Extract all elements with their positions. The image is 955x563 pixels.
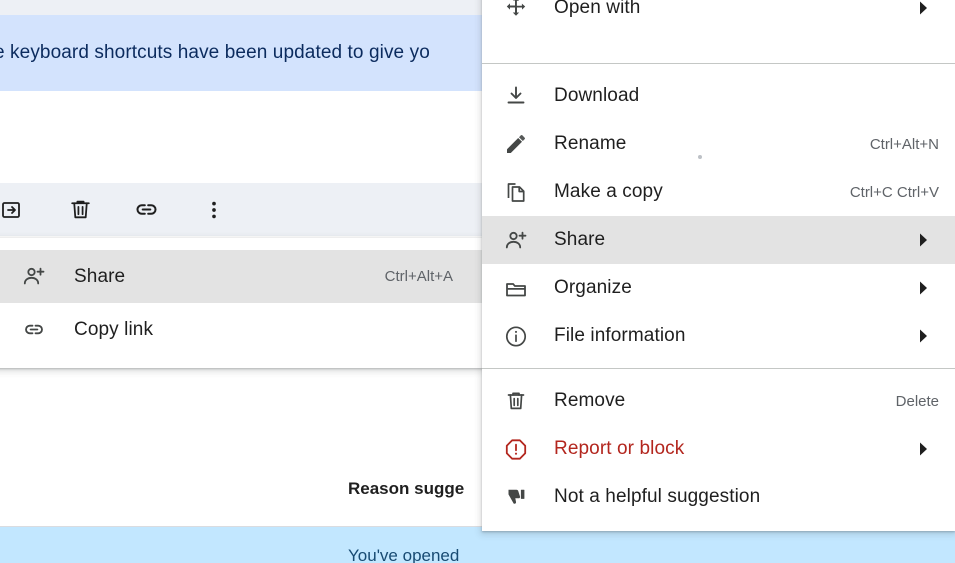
context-menu-item-remove-shortcut: Delete bbox=[895, 392, 939, 410]
pencil-icon bbox=[504, 132, 528, 156]
context-menu-item-remove-label: Remove bbox=[554, 390, 626, 411]
context-menu-item-file-information[interactable]: File information bbox=[482, 312, 955, 360]
context-menu-item-organize[interactable]: Organize bbox=[482, 264, 955, 312]
person-add-icon bbox=[22, 265, 46, 289]
context-menu-item-open-with[interactable]: Open with bbox=[482, 0, 955, 55]
context-menu-item-organize-label: Organize bbox=[554, 277, 632, 298]
share-submenu-item-copy-link-label: Copy link bbox=[74, 318, 154, 340]
context-menu-item-open-with-label: Open with bbox=[554, 0, 641, 18]
thumb-down-icon bbox=[504, 485, 528, 509]
share-submenu-item-share-shortcut: Ctrl+Alt+A bbox=[384, 268, 453, 285]
share-submenu-item-share[interactable]: Share Ctrl+Alt+A bbox=[0, 250, 483, 303]
link-icon[interactable] bbox=[122, 186, 170, 234]
context-menu-item-download-label: Download bbox=[554, 85, 640, 106]
trash-icon bbox=[504, 389, 528, 413]
context-menu-item-file-information-label: File information bbox=[554, 325, 686, 346]
context-menu-item-share[interactable]: Share bbox=[482, 216, 955, 264]
context-menu-item-not-a-helpful-suggestion[interactable]: Not a helpful suggestion bbox=[482, 473, 955, 521]
chevron-right-icon bbox=[917, 233, 931, 247]
context-menu-item-download[interactable]: Download bbox=[482, 72, 955, 120]
notification-banner-text: e keyboard shortcuts have been updated t… bbox=[0, 42, 430, 63]
trash-icon[interactable] bbox=[56, 186, 104, 234]
context-menu-item-remove[interactable]: Remove Delete bbox=[482, 377, 955, 425]
file-context-menu: Open with Download Rename Ctrl+Alt+N Mak… bbox=[482, 0, 955, 531]
context-menu-item-rename[interactable]: Rename Ctrl+Alt+N bbox=[482, 120, 955, 168]
share-submenu-item-copy-link[interactable]: Copy link bbox=[0, 303, 483, 356]
footer-info-text: You've opened bbox=[348, 546, 460, 563]
menu-separator bbox=[482, 368, 955, 369]
share-submenu-item-share-label: Share bbox=[74, 265, 126, 287]
context-menu-item-make-a-copy-shortcut: Ctrl+C Ctrl+V bbox=[849, 183, 939, 201]
open-with-icon bbox=[504, 0, 528, 20]
context-menu-item-make-a-copy-label: Make a copy bbox=[554, 181, 663, 202]
context-menu-item-rename-shortcut: Ctrl+Alt+N bbox=[869, 135, 939, 153]
move-to-icon[interactable] bbox=[0, 186, 36, 234]
person-add-icon bbox=[504, 228, 528, 252]
context-menu-item-report-or-block[interactable]: Report or block bbox=[482, 425, 955, 473]
share-submenu: Share Ctrl+Alt+A Copy link bbox=[0, 238, 483, 368]
chevron-right-icon bbox=[917, 1, 931, 15]
footer-info-strip: You've opened bbox=[0, 526, 955, 563]
context-menu-item-share-label: Share bbox=[554, 229, 606, 250]
context-menu-item-make-a-copy[interactable]: Make a copy Ctrl+C Ctrl+V bbox=[482, 168, 955, 216]
info-icon bbox=[504, 324, 528, 348]
stray-dot bbox=[698, 155, 702, 159]
context-menu-item-report-or-block-label: Report or block bbox=[554, 438, 685, 459]
more-vert-icon[interactable] bbox=[190, 186, 238, 234]
link-icon bbox=[22, 318, 46, 342]
report-icon bbox=[504, 437, 528, 461]
download-icon bbox=[504, 84, 528, 108]
menu-separator bbox=[482, 63, 955, 64]
chevron-right-icon bbox=[917, 329, 931, 343]
copy-icon bbox=[504, 180, 528, 204]
context-menu-item-not-a-helpful-suggestion-label: Not a helpful suggestion bbox=[554, 486, 761, 507]
folder-icon bbox=[504, 276, 528, 300]
reason-suggested-heading: Reason sugge bbox=[348, 479, 465, 498]
chevron-right-icon bbox=[917, 281, 931, 295]
chevron-right-icon bbox=[917, 442, 931, 456]
context-menu-item-rename-label: Rename bbox=[554, 133, 627, 154]
